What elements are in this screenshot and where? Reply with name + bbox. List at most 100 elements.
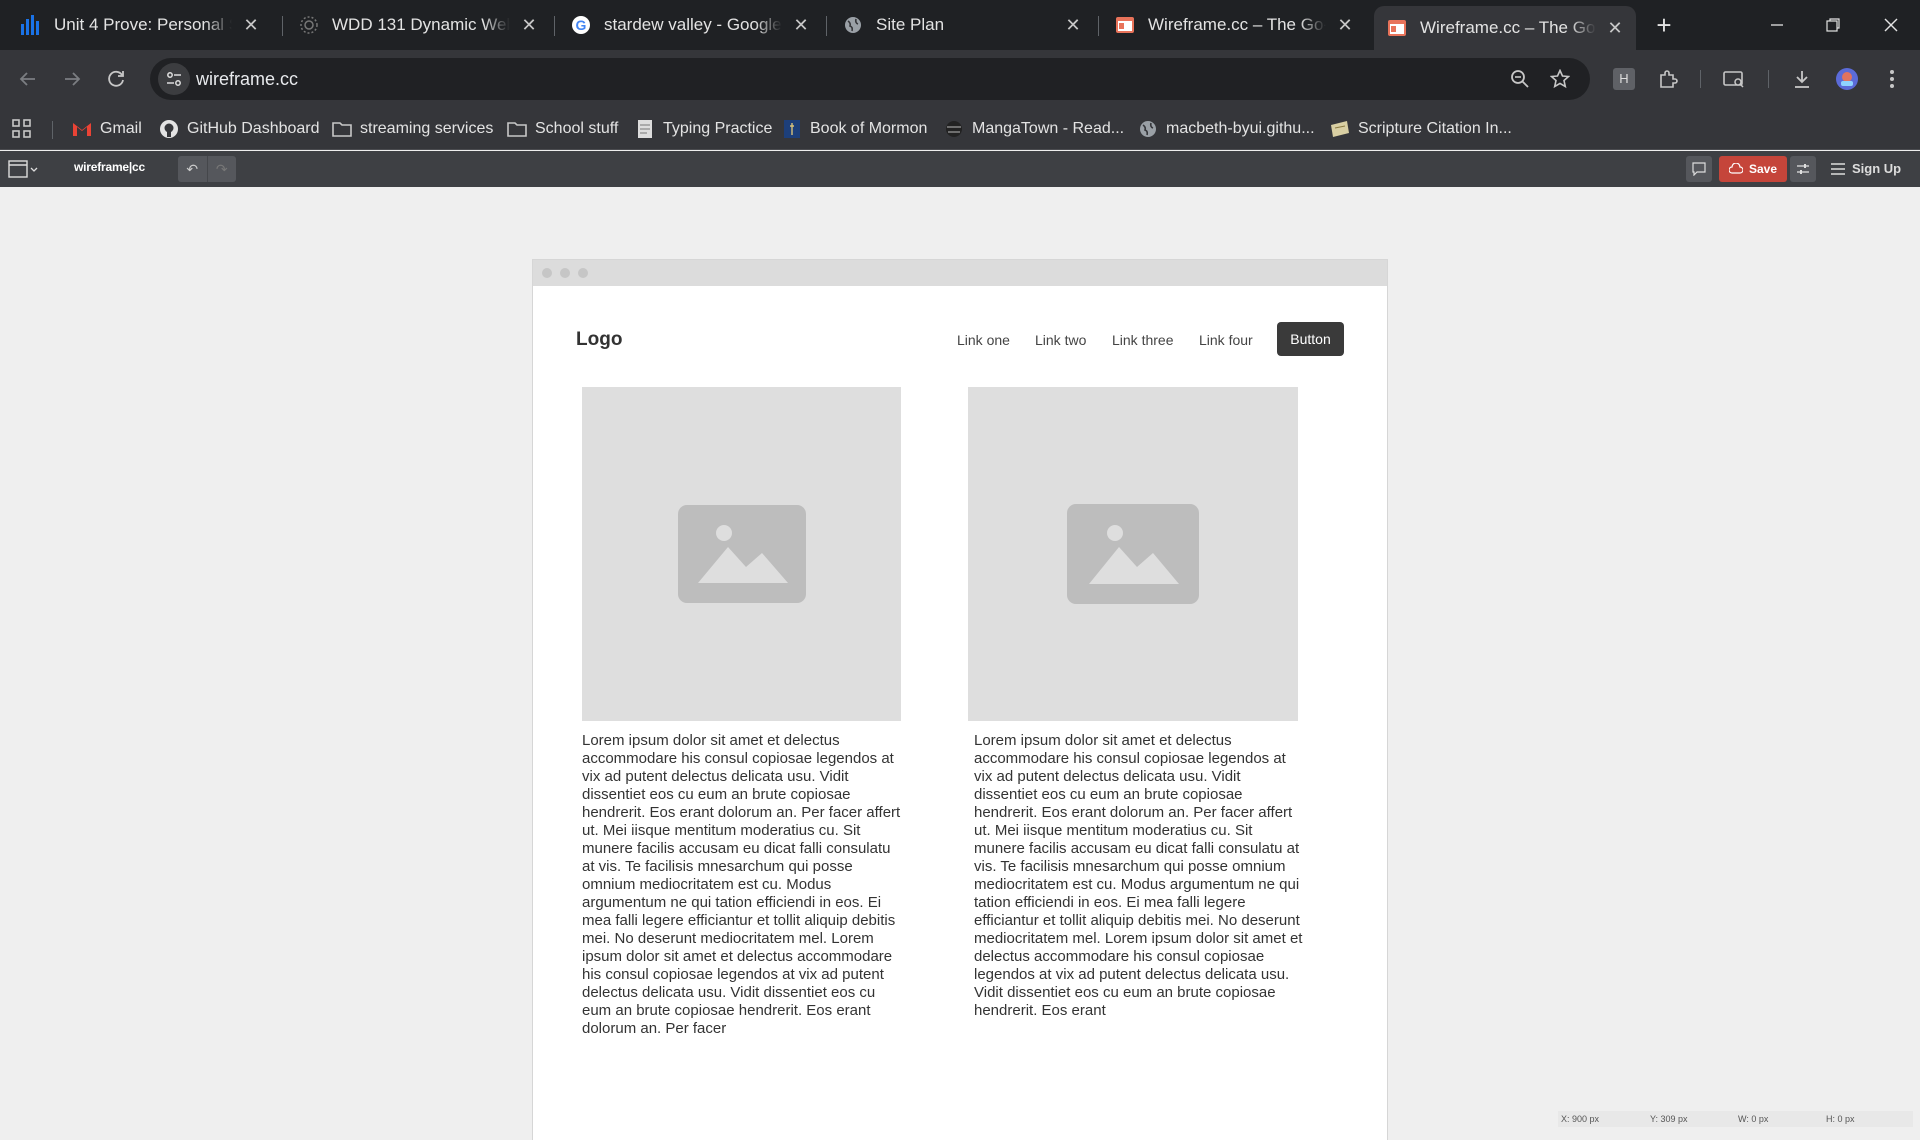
tab-unit4[interactable]: Unit 4 Prove: Personal Site Plan ✕ (0, 4, 272, 46)
close-icon[interactable]: ✕ (1604, 17, 1626, 39)
manga-icon (944, 119, 964, 139)
bookmark-label: GitHub Dashboard (187, 120, 320, 137)
tab-wireframe-1[interactable]: Wireframe.cc – The Go-to Free Online Wir… (1094, 4, 1366, 46)
redo-button[interactable]: ↷ (206, 156, 237, 182)
image-icon (1067, 504, 1199, 604)
more-menu-icon[interactable] (1878, 65, 1906, 93)
bookmark-scripture[interactable]: Scripture Citation In... (1330, 116, 1512, 142)
bookmark-streaming[interactable]: streaming services (332, 116, 493, 142)
google-icon: G (570, 14, 592, 36)
sliders-icon (1797, 164, 1809, 174)
site-settings-icon[interactable] (158, 63, 190, 95)
close-icon[interactable]: ✕ (1062, 14, 1084, 36)
status-y: Y: 309 px (1650, 1114, 1688, 1124)
tab-title: stardew valley - Google Search (604, 15, 782, 34)
image-placeholder[interactable] (582, 387, 901, 721)
gmail-icon (72, 119, 92, 139)
tab-google-search[interactable]: G stardew valley - Google Search ✕ (550, 4, 822, 46)
bookmark-label: Typing Practice (663, 120, 773, 137)
frame-dot (560, 268, 570, 278)
status-w: W: 0 px (1738, 1114, 1769, 1124)
frame-dot (578, 268, 588, 278)
wireframe-link-four[interactable]: Link four (1199, 332, 1253, 348)
bookmark-label: Book of Mormon (810, 120, 928, 137)
download-icon[interactable] (1788, 65, 1816, 93)
address-bar[interactable]: wireframe.cc (150, 58, 1590, 100)
close-window-icon[interactable] (1876, 10, 1906, 40)
bookmark-gmail[interactable]: Gmail (72, 116, 142, 142)
restore-icon[interactable] (1818, 10, 1848, 40)
bookmark-typing[interactable]: Typing Practice (635, 116, 772, 142)
bookmark-macbeth[interactable]: macbeth-byui.githu... (1138, 116, 1315, 142)
tab-search-icon[interactable] (1720, 65, 1748, 93)
wireframe-logo[interactable]: Logo (576, 329, 622, 351)
paragraph-text[interactable]: Lorem ipsum dolor sit amet et delectus a… (582, 732, 904, 1038)
tab-site-plan[interactable]: Site Plan ✕ (822, 4, 1094, 46)
status-x: X: 900 px (1561, 1114, 1600, 1124)
spiral-icon (298, 14, 320, 36)
github-icon (159, 119, 179, 139)
status-h: H: 0 px (1826, 1114, 1855, 1124)
back-icon[interactable] (14, 65, 42, 93)
wireframe-icon (1386, 17, 1408, 39)
app-logo[interactable]: wireframe|cc (74, 160, 145, 174)
wireframe-browser-frame[interactable]: Logo Link one Link two Link three Link f… (532, 259, 1388, 1140)
bookmark-label: School stuff (535, 120, 619, 137)
bookmark-github[interactable]: GitHub Dashboard (159, 116, 320, 142)
bookmark-mangatown[interactable]: MangaTown - Read... (944, 116, 1124, 142)
close-icon[interactable]: ✕ (240, 14, 262, 36)
browser-toolbar: wireframe.cc H (0, 50, 1920, 108)
folder-icon (507, 119, 527, 139)
minimize-icon[interactable] (1762, 10, 1792, 40)
bookmark-label: MangaTown - Read... (972, 120, 1125, 137)
new-tab-button[interactable]: + (1650, 12, 1678, 40)
wireframe-button[interactable]: Button (1277, 322, 1344, 356)
forward-icon[interactable] (58, 65, 86, 93)
image-placeholder[interactable] (968, 387, 1298, 721)
zoom-icon[interactable] (1506, 65, 1534, 93)
bookmark-school[interactable]: School stuff (507, 116, 618, 142)
paragraph-text[interactable]: Lorem ipsum dolor sit amet et delectus a… (974, 732, 1304, 1020)
bookmark-star-icon[interactable] (1546, 65, 1574, 93)
globe-icon (1138, 119, 1158, 139)
extensions-puzzle-icon[interactable] (1654, 65, 1682, 93)
bookmark-label: Gmail (100, 120, 142, 137)
profile-avatar[interactable] (1833, 65, 1861, 93)
coordinates-status-bar: X: 900 px Y: 309 px W: 0 px H: 0 px (1558, 1111, 1913, 1127)
tab-wireframe-active[interactable]: Wireframe.cc – The Go-to Free Online Wir… (1374, 6, 1636, 50)
undo-redo-group: ↶ ↷ (178, 156, 236, 182)
save-label: Save (1749, 162, 1778, 176)
wireframe-link-one[interactable]: Link one (957, 332, 1010, 348)
wireframe-link-two[interactable]: Link two (1035, 332, 1086, 348)
book-icon (782, 119, 802, 139)
page-layout-icon[interactable] (8, 160, 38, 183)
tab-wdd131[interactable]: WDD 131 Dynamic Web Fundamentals ✕ (278, 4, 550, 46)
frame-dot (542, 268, 552, 278)
tab-title: Wireframe.cc – The Go-to Free Online Wir… (1420, 18, 1596, 37)
save-button[interactable]: Save (1719, 156, 1788, 182)
sign-up-link[interactable]: Sign Up (1852, 161, 1901, 176)
cloud-upload-icon (1729, 163, 1743, 174)
wireframe-icon (1114, 14, 1136, 36)
extension-h-icon[interactable]: H (1610, 65, 1638, 93)
bookmark-book-of-mormon[interactable]: Book of Mormon (782, 116, 927, 142)
typing-icon (635, 119, 655, 139)
folder-icon (332, 119, 352, 139)
close-icon[interactable]: ✕ (518, 14, 540, 36)
undo-button[interactable]: ↶ (178, 156, 207, 182)
close-icon[interactable]: ✕ (1334, 14, 1356, 36)
bookmark-label: macbeth-byui.githu... (1166, 120, 1315, 137)
url-text: wireframe.cc (196, 69, 299, 89)
comment-button[interactable] (1686, 156, 1712, 182)
wireframe-link-three[interactable]: Link three (1112, 332, 1173, 348)
tab-title: Site Plan (876, 15, 945, 34)
svg-text:G: G (576, 17, 587, 33)
apps-grid-icon[interactable] (12, 116, 32, 142)
close-icon[interactable]: ✕ (790, 14, 812, 36)
canvas[interactable]: Logo Link one Link two Link three Link f… (0, 187, 1920, 1140)
bookmark-label: Scripture Citation In... (1358, 120, 1512, 137)
tab-strip: Unit 4 Prove: Personal Site Plan ✕ WDD 1… (0, 0, 1920, 50)
reload-icon[interactable] (102, 65, 130, 93)
hamburger-icon[interactable] (1831, 162, 1845, 180)
settings-sliders-button[interactable] (1790, 156, 1816, 182)
